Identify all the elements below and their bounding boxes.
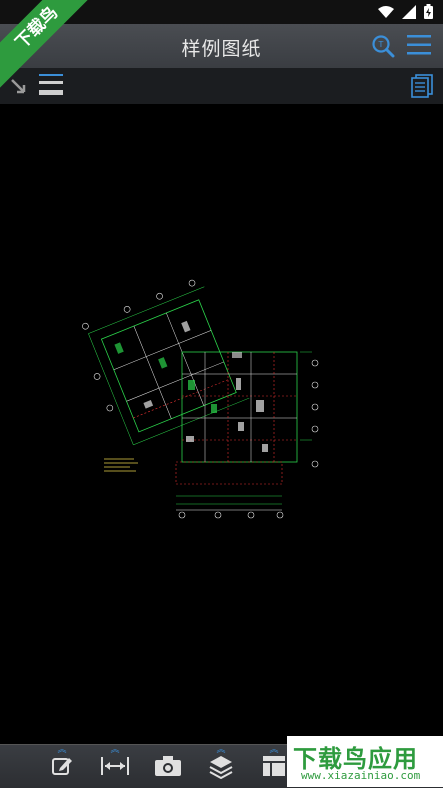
expand-chevron-icon: ︽ bbox=[216, 745, 226, 755]
search-icon: T bbox=[372, 35, 395, 58]
app-bar: 样例图纸 T bbox=[0, 24, 443, 69]
menu-icon bbox=[407, 35, 431, 55]
rotated-wing bbox=[82, 279, 250, 446]
watermark-url: www.xiazainiao.com bbox=[301, 769, 421, 782]
annotate-button[interactable]: ︽ bbox=[42, 745, 82, 788]
svg-text:T: T bbox=[378, 40, 384, 49]
menu-button[interactable] bbox=[407, 34, 431, 60]
camera-button[interactable]: ︽ bbox=[148, 745, 188, 788]
drawing-toolbar bbox=[0, 68, 443, 104]
cad-floor-plan[interactable] bbox=[0, 104, 443, 744]
layout-icon bbox=[263, 756, 285, 776]
measure-icon bbox=[101, 757, 129, 775]
search-button[interactable]: T bbox=[371, 34, 395, 62]
annotate-icon bbox=[52, 758, 72, 775]
watermark-logo: 下载鸟应用 www.xiazainiao.com bbox=[287, 736, 443, 787]
signal-icon bbox=[402, 4, 416, 19]
collapse-arrow-icon[interactable] bbox=[8, 76, 28, 96]
drawing-notes bbox=[104, 458, 138, 472]
main-grid bbox=[175, 351, 319, 519]
battery-icon bbox=[424, 4, 433, 19]
layers-button[interactable]: ︽ bbox=[201, 745, 241, 788]
expand-chevron-icon: ︽ bbox=[110, 745, 120, 755]
layers-icon bbox=[209, 756, 233, 779]
layer-lines-icon[interactable] bbox=[38, 74, 64, 98]
measure-button[interactable]: ︽ bbox=[95, 745, 135, 788]
camera-icon bbox=[155, 756, 181, 776]
pages-icon[interactable] bbox=[411, 74, 433, 98]
expand-chevron-icon: ︽ bbox=[269, 745, 279, 755]
expand-chevron-icon: ︽ bbox=[57, 745, 67, 755]
wifi-icon bbox=[378, 5, 394, 18]
expand-chevron-icon: ︽ bbox=[163, 745, 172, 755]
drawing-canvas[interactable] bbox=[0, 104, 443, 744]
